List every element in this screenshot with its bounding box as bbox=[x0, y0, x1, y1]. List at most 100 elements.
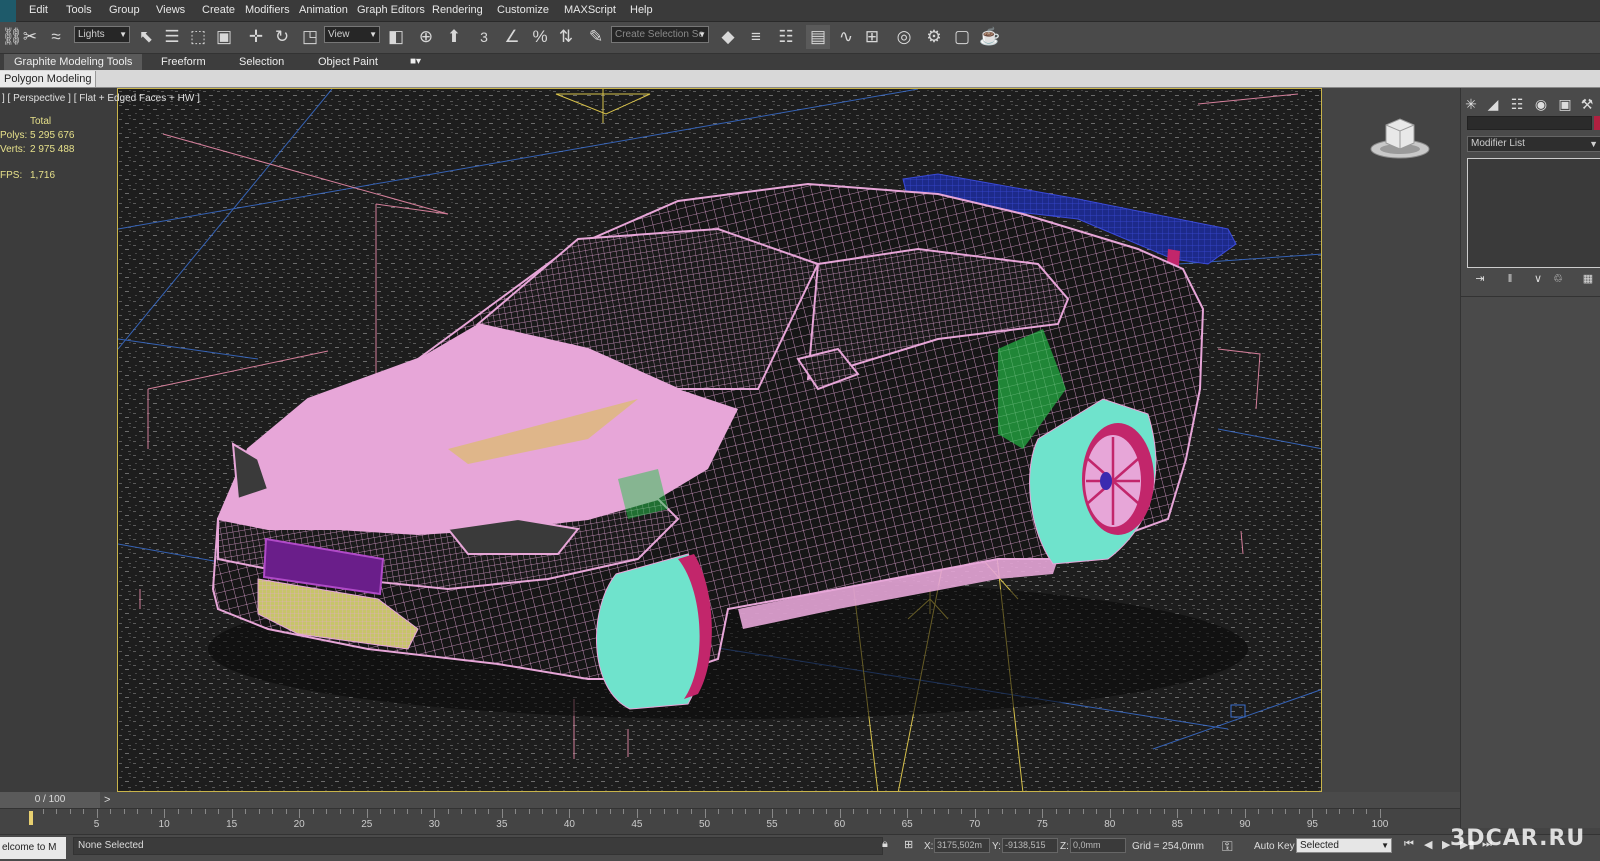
layer-explorer-icon[interactable]: ☷ bbox=[774, 25, 798, 49]
chevron-down-icon: ▼ bbox=[119, 30, 127, 39]
go-to-start-icon[interactable]: ⏮ bbox=[1404, 838, 1414, 851]
track-bar-frame-number: 50 bbox=[698, 819, 711, 830]
viewport-label[interactable]: ] [ Perspective ] [ Flat + Edged Faces +… bbox=[2, 93, 200, 104]
display-icon[interactable]: ▣ bbox=[1555, 94, 1575, 114]
track-bar-tick bbox=[56, 809, 58, 814]
curve-editor-icon[interactable]: ∿ bbox=[834, 25, 858, 49]
select-by-name-icon[interactable]: ☰ bbox=[160, 25, 184, 49]
object-name-field[interactable] bbox=[1467, 116, 1592, 130]
utilities-icon[interactable]: ⚒ bbox=[1577, 94, 1597, 114]
modifier-stack[interactable] bbox=[1467, 158, 1600, 268]
track-bar-tick bbox=[934, 809, 936, 814]
track-bar-frame-number: 55 bbox=[766, 819, 778, 830]
absolute-mode-icon[interactable]: ⊞ bbox=[904, 838, 913, 851]
menu-edit[interactable]: Edit bbox=[29, 4, 48, 16]
create-icon[interactable]: ✳ bbox=[1461, 94, 1481, 114]
menu-rendering[interactable]: Rendering bbox=[432, 4, 483, 16]
key-mode-dropdown[interactable]: Selected ▼ bbox=[1296, 838, 1392, 853]
percent-snap-icon[interactable]: % bbox=[528, 25, 552, 49]
scale-icon[interactable]: ◳ bbox=[298, 25, 322, 49]
tab-freeform[interactable]: Freeform bbox=[161, 54, 206, 70]
perspective-viewport[interactable] bbox=[117, 88, 1322, 792]
track-bar[interactable]: 5 10 15 20 25 30 35 40 45 50 55 60 65 70 75 80 85 90 95 100 bbox=[0, 808, 1460, 834]
move-icon[interactable]: ✛ bbox=[244, 25, 268, 49]
menu-group[interactable]: Group bbox=[109, 4, 140, 16]
object-color-swatch[interactable] bbox=[1594, 116, 1600, 130]
motion-icon[interactable]: ◉ bbox=[1531, 94, 1551, 114]
menu-create[interactable]: Create bbox=[202, 4, 235, 16]
render-icon[interactable]: ☕ bbox=[978, 25, 1002, 49]
render-setup-icon[interactable]: ⚙ bbox=[922, 25, 946, 49]
menu-modifiers[interactable]: Modifiers bbox=[245, 4, 290, 16]
menu-maxscript[interactable]: MAXScript bbox=[564, 4, 616, 16]
remove-modifier-icon[interactable]: ♲ bbox=[1549, 272, 1567, 286]
material-editor-icon[interactable]: ◎ bbox=[892, 25, 916, 49]
named-selection-set-dropdown[interactable]: Create Selection Se ▼ bbox=[611, 26, 709, 43]
menu-animation[interactable]: Animation bbox=[299, 4, 348, 16]
edit-named-sets-icon[interactable]: ✎ bbox=[584, 25, 608, 49]
previous-frame-icon[interactable]: ◀ bbox=[1424, 838, 1432, 851]
time-slider[interactable]: 0 / 100 > bbox=[0, 792, 1460, 808]
tab-polygon-modeling[interactable]: Polygon Modeling bbox=[0, 71, 97, 87]
show-end-result-icon[interactable]: ‖ bbox=[1501, 272, 1519, 286]
schematic-view-icon[interactable]: ⊞ bbox=[860, 25, 884, 49]
track-bar-tick bbox=[704, 809, 706, 818]
track-bar-tick bbox=[582, 809, 584, 814]
reference-coord-value: View bbox=[328, 29, 350, 40]
x-coordinate-field[interactable]: 3175,502m bbox=[934, 838, 990, 853]
track-bar-frame-number: 60 bbox=[834, 819, 846, 830]
menu-graph-editors[interactable]: Graph Editors bbox=[357, 4, 425, 16]
modify-icon[interactable]: ◢ bbox=[1483, 94, 1503, 114]
make-unique-icon[interactable]: ∨ bbox=[1529, 272, 1547, 286]
track-bar-tick bbox=[434, 809, 436, 818]
tab-object-paint[interactable]: Object Paint bbox=[318, 54, 378, 70]
lock-icon[interactable]: 🔒︎ bbox=[882, 838, 888, 851]
tab-graphite-modeling-tools[interactable]: Graphite Modeling Tools bbox=[4, 54, 143, 70]
selection-filter-dropdown[interactable]: Lights ▼ bbox=[74, 26, 130, 43]
time-slider-thumb[interactable]: 0 / 100 bbox=[0, 792, 100, 808]
menu-tools[interactable]: Tools bbox=[66, 4, 92, 16]
next-frame-button[interactable]: > bbox=[104, 792, 110, 808]
mirror-icon[interactable]: ◆ bbox=[716, 25, 740, 49]
y-coordinate-field[interactable]: -9138,515 bbox=[1002, 838, 1058, 853]
track-bar-tick bbox=[447, 809, 449, 814]
auto-key-button[interactable]: Auto Key bbox=[1254, 841, 1295, 852]
unlink-icon[interactable]: ✂ bbox=[18, 25, 42, 49]
z-coordinate-field[interactable]: 0,0mm bbox=[1070, 838, 1126, 853]
rotate-icon[interactable]: ↻ bbox=[270, 25, 294, 49]
align-icon[interactable]: ≡ bbox=[744, 25, 768, 49]
bind-spacewarp-icon[interactable]: ≈ bbox=[44, 25, 68, 49]
app-logo-icon[interactable] bbox=[0, 0, 16, 22]
rect-region-icon[interactable]: ⬚ bbox=[186, 25, 210, 49]
select-icon[interactable]: ⬉ bbox=[134, 25, 158, 49]
graphite-toggle-icon[interactable]: ▤ bbox=[806, 25, 830, 49]
track-bar-tick bbox=[974, 809, 976, 818]
snap-icon[interactable]: 3 bbox=[472, 25, 496, 49]
spinner-snap-icon[interactable]: ⇅ bbox=[554, 25, 578, 49]
window-crossing-icon[interactable]: ▣ bbox=[212, 25, 236, 49]
menu-customize[interactable]: Customize bbox=[497, 4, 549, 16]
track-bar-tick bbox=[110, 809, 112, 814]
rendered-frame-icon[interactable]: ▢ bbox=[950, 25, 974, 49]
menu-help[interactable]: Help bbox=[630, 4, 653, 16]
menu-views[interactable]: Views bbox=[156, 4, 185, 16]
pivot-icon[interactable]: ◧ bbox=[384, 25, 408, 49]
ribbon-options-icon[interactable]: ■▾ bbox=[410, 54, 421, 70]
track-bar-tick bbox=[285, 809, 287, 814]
tab-selection[interactable]: Selection bbox=[239, 54, 284, 70]
angle-snap-icon[interactable]: ∠ bbox=[500, 25, 524, 49]
track-bar-tick bbox=[150, 809, 152, 814]
track-bar-frame-number: 85 bbox=[1171, 819, 1183, 830]
configure-modifier-sets-icon[interactable]: ▦ bbox=[1579, 272, 1597, 286]
viewcube[interactable] bbox=[1370, 115, 1430, 164]
hierarchy-icon[interactable]: ☷ bbox=[1507, 94, 1527, 114]
set-key-icon[interactable]: ⚿ bbox=[1222, 838, 1233, 855]
maxscript-listener-mini[interactable]: elcome to M bbox=[0, 837, 66, 859]
track-bar-tick bbox=[1042, 809, 1044, 818]
keyboard-shortcut-icon[interactable]: ⬆ bbox=[442, 25, 466, 49]
manipulate-icon[interactable]: ⊕ bbox=[414, 25, 438, 49]
pin-stack-icon[interactable]: ⇥ bbox=[1471, 272, 1489, 286]
track-bar-tick bbox=[772, 809, 774, 818]
reference-coord-dropdown[interactable]: View ▼ bbox=[324, 26, 380, 43]
modifier-list-dropdown[interactable]: Modifier List ▼ bbox=[1467, 136, 1600, 152]
